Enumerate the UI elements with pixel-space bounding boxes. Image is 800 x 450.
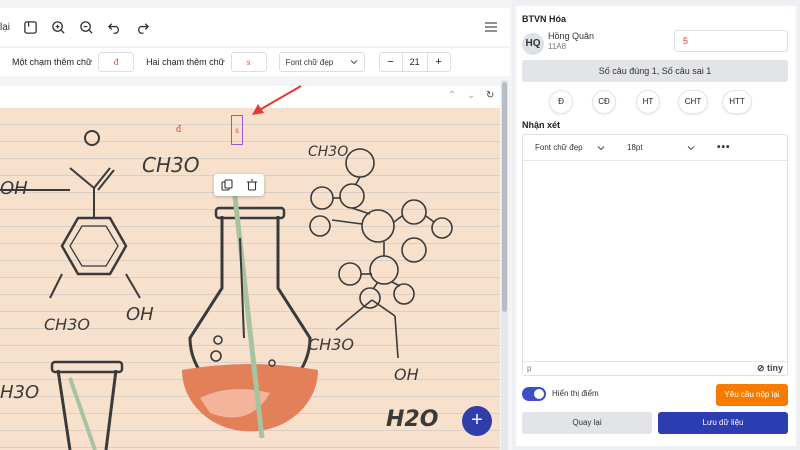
drawing-canvas[interactable]: CH3O CH3O CH3O OH H3O OH CH3O OH H2O đ <box>0 108 500 450</box>
font-size-value[interactable]: 21 <box>401 53 428 71</box>
editor-statusbar: p ⊘ tiny <box>523 361 787 375</box>
canvas-label: H2O <box>386 407 438 432</box>
one-tap-char-input[interactable]: đ <box>98 52 135 72</box>
hamburger-menu-icon[interactable] <box>484 20 498 34</box>
editor-path: p <box>527 364 532 373</box>
canvas-label: OH <box>394 365 419 384</box>
two-tap-char-input[interactable]: s <box>230 52 267 72</box>
avatar: HQ <box>522 33 544 55</box>
chevron-up-icon[interactable]: ⌃ <box>448 90 456 101</box>
result-summary: Số câu đúng 1, Số câu sai 1 <box>522 60 788 82</box>
chevron-down-icon <box>687 145 695 150</box>
evaluation-tags: Đ CĐ HT CHT HTT <box>516 90 796 114</box>
chevron-down-icon <box>597 145 605 150</box>
vertical-scrollbar[interactable] <box>501 80 508 450</box>
student-class: 11A8 <box>548 42 567 51</box>
font-select[interactable]: Font chữ đẹp <box>278 52 365 72</box>
editor-font-select[interactable]: Font chữ đẹp <box>529 138 611 158</box>
canvas-panel: lại Một chạm thêm chữ đ Hai chạm thêm ch… <box>0 0 512 450</box>
canvas-label: CH3O <box>44 315 90 334</box>
floating-tools <box>214 174 264 196</box>
trash-icon[interactable] <box>246 179 258 191</box>
selected-text-box[interactable]: s <box>231 115 243 145</box>
score-input[interactable]: 5 <box>674 30 788 52</box>
canvas-label: CH3O <box>142 153 199 177</box>
canvas-label: OH <box>126 304 154 325</box>
text-options-bar: Một chạm thêm chữ đ Hai chạm thêm chữ s … <box>0 48 510 76</box>
red-mark-d[interactable]: đ <box>176 124 181 135</box>
red-arrow-annotation <box>252 85 302 115</box>
canvas-label: CH3O <box>308 335 354 354</box>
tag-cht[interactable]: CHT <box>678 90 708 114</box>
chevron-down-icon[interactable]: ⌄ <box>467 90 475 101</box>
two-tap-label: Hai chạm thêm chữ <box>146 57 225 67</box>
one-tap-label: Một chạm thêm chữ <box>12 57 93 67</box>
editor-size-value: 18pt <box>627 143 643 152</box>
canvas-label: OH <box>0 178 28 199</box>
add-button[interactable]: + <box>462 406 492 436</box>
request-resubmit-button[interactable]: Yêu cầu nộp lại <box>716 384 788 406</box>
editor-size-select[interactable]: 18pt <box>621 138 701 158</box>
font-size-stepper: − 21 + <box>378 52 451 72</box>
tiny-logo: ⊘ tiny <box>756 363 783 373</box>
tag-ht[interactable]: HT <box>636 90 660 114</box>
show-score-toggle[interactable] <box>522 387 546 401</box>
editor-toolbar: Font chữ đẹp 18pt ••• <box>523 135 787 161</box>
scrollbar-thumb[interactable] <box>502 82 507 312</box>
undo-icon[interactable] <box>106 19 122 35</box>
assignment-title: BTVN Hóa <box>522 14 567 24</box>
student-name: Hồng Quân <box>548 31 595 41</box>
editor-font-value: Font chữ đẹp <box>535 143 583 152</box>
zoom-out-icon[interactable] <box>78 19 94 35</box>
toggle-knob <box>534 389 544 399</box>
show-score-label: Hiển thị điểm <box>552 389 599 398</box>
page-icon[interactable] <box>22 19 38 35</box>
tag-cd[interactable]: CĐ <box>592 90 616 114</box>
zoom-in-icon[interactable] <box>50 19 66 35</box>
back-label[interactable]: lại <box>0 22 10 33</box>
decrease-size-button[interactable]: − <box>380 56 402 68</box>
chemistry-illustration: CH3O CH3O CH3O OH H3O OH CH3O OH H2O <box>0 130 453 450</box>
chevron-down-icon <box>350 60 358 65</box>
canvas-label: H3O <box>0 382 39 403</box>
back-button[interactable]: Quay lại <box>522 412 652 434</box>
tiny-brand: tiny <box>766 363 783 373</box>
comment-label: Nhận xét <box>522 120 561 130</box>
canvas-label: CH3O <box>308 144 348 160</box>
redo-icon[interactable] <box>134 19 150 35</box>
copy-icon[interactable] <box>220 179 233 191</box>
increase-size-button[interactable]: + <box>428 56 450 68</box>
grading-panel: BTVN Hóa HQ Hồng Quân 11A8 5 Số câu đúng… <box>516 6 796 446</box>
tag-d[interactable]: Đ <box>549 90 573 114</box>
tag-htt[interactable]: HTT <box>722 90 752 114</box>
more-options-icon[interactable]: ••• <box>717 142 731 153</box>
refresh-icon[interactable]: ↻ <box>486 90 494 101</box>
drawing-toolbar: lại <box>0 8 510 46</box>
comment-editor[interactable]: Font chữ đẹp 18pt ••• p ⊘ tiny <box>522 134 788 376</box>
font-select-value: Font chữ đẹp <box>285 57 334 67</box>
save-button[interactable]: Lưu dữ liệu <box>658 412 788 434</box>
